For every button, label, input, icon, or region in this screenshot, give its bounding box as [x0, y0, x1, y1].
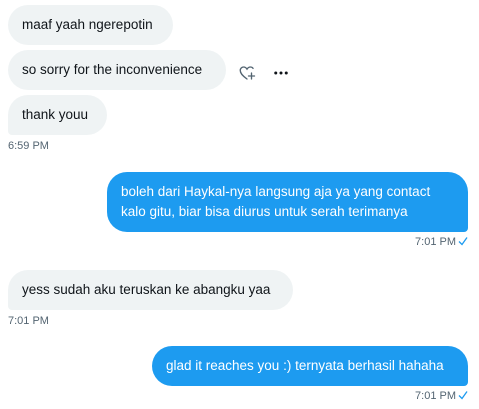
more-button[interactable]	[271, 63, 291, 83]
message-timestamp: 7:01 PM	[8, 315, 49, 327]
message-bubble-outgoing[interactable]: boleh dari Haykal-nya langsung aja ya ya…	[107, 172, 468, 232]
react-button[interactable]	[237, 63, 257, 83]
message-bubble-incoming[interactable]: so sorry for the inconvenience	[8, 50, 226, 90]
message-timestamp: 7:01 PM	[415, 235, 468, 249]
message-text: so sorry for the inconvenience	[22, 62, 203, 77]
message-timestamp: 7:01 PM	[415, 389, 468, 403]
more-horizontal-icon	[274, 71, 288, 75]
message-text: glad it reaches you :) ternyata berhasil…	[166, 358, 444, 373]
checkmark-icon	[458, 391, 468, 400]
message-text: maaf yaah ngerepotin	[22, 17, 153, 32]
message-bubble-outgoing[interactable]: glad it reaches you :) ternyata berhasil…	[152, 346, 468, 386]
message-text: boleh dari Haykal-nya langsung aja ya ya…	[121, 184, 431, 219]
message-bubble-incoming[interactable]: yess sudah aku teruskan ke abangku yaa	[8, 270, 293, 310]
message-bubble-incoming[interactable]: maaf yaah ngerepotin	[8, 5, 173, 45]
checkmark-icon	[458, 237, 468, 246]
message-timestamp: 6:59 PM	[8, 140, 49, 152]
message-text: thank youu	[22, 107, 89, 122]
heart-plus-icon	[239, 66, 256, 80]
message-bubble-incoming[interactable]: thank youu	[8, 95, 107, 135]
message-text: yess sudah aku teruskan ke abangku yaa	[22, 282, 271, 297]
